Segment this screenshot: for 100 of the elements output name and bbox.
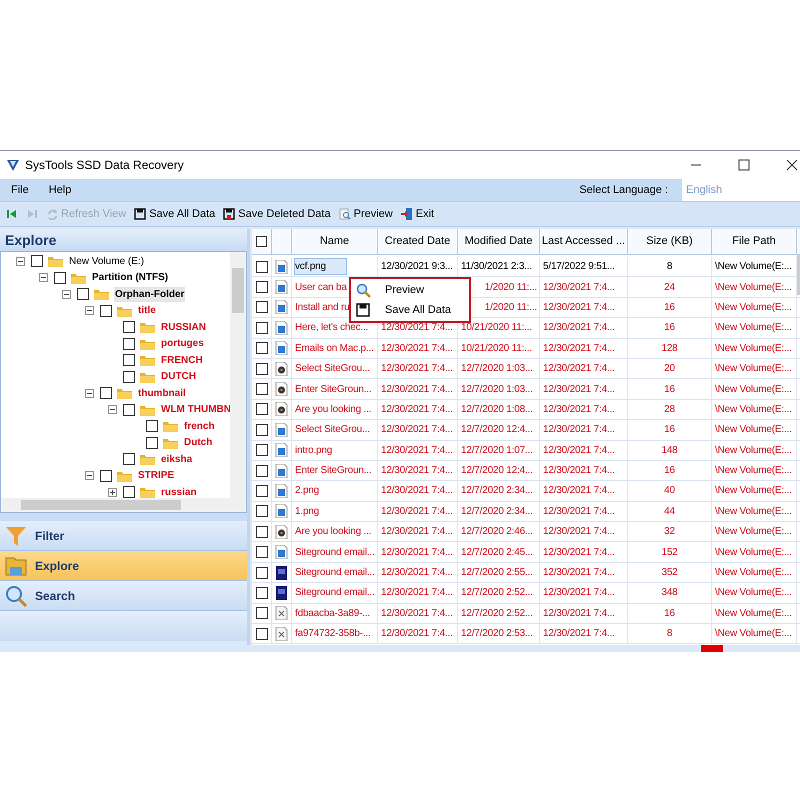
checkbox[interactable] xyxy=(256,301,268,314)
table-cell[interactable]: Enter SiteGroun... xyxy=(295,382,372,397)
table-cell[interactable]: Siteground email... xyxy=(295,585,375,600)
column-header[interactable]: Last Accessed ... xyxy=(540,229,628,254)
checkbox[interactable] xyxy=(256,546,268,558)
table-cell[interactable]: Here, let's chec... xyxy=(295,320,368,336)
checkbox[interactable] xyxy=(256,444,268,456)
collapse-icon[interactable] xyxy=(108,405,116,414)
tree-item[interactable]: Partition (NTFS) xyxy=(91,270,170,286)
table-cell[interactable]: 1.png xyxy=(295,504,320,519)
table-cell[interactable]: User can ba xyxy=(295,280,347,295)
nav-tab[interactable]: Explore xyxy=(0,551,247,581)
checkbox[interactable] xyxy=(146,436,158,449)
expand-icon[interactable] xyxy=(108,488,116,497)
tree-item[interactable]: thumbnail xyxy=(137,386,187,401)
nav-tab[interactable]: Filter xyxy=(0,521,247,551)
checkbox[interactable] xyxy=(256,484,268,497)
checkbox[interactable] xyxy=(256,362,268,375)
collapse-icon[interactable] xyxy=(84,388,94,398)
context-menu-item[interactable]: Preview xyxy=(351,280,469,300)
tree-item[interactable]: french xyxy=(183,418,216,434)
tree-item[interactable]: Orphan-Folder xyxy=(114,286,186,302)
checkbox[interactable] xyxy=(256,342,268,354)
toolbar-button[interactable]: Preview xyxy=(336,204,395,224)
table-cell[interactable]: Are you looking ... xyxy=(295,524,372,540)
context-menu-item[interactable]: Save All Data xyxy=(351,300,469,320)
menu-item[interactable]: File xyxy=(8,182,32,198)
checkbox[interactable] xyxy=(256,566,268,579)
tree-item[interactable]: russian xyxy=(160,484,198,500)
checkbox[interactable] xyxy=(256,505,268,518)
table-cell[interactable]: fdbaacba-3a89-... xyxy=(295,606,370,621)
collapse-icon[interactable] xyxy=(62,290,70,299)
checkbox[interactable] xyxy=(123,453,135,466)
table-cell[interactable]: Select SiteGrou... xyxy=(295,361,370,376)
checkbox[interactable] xyxy=(77,288,89,300)
maximize-icon[interactable] xyxy=(738,159,750,171)
tree-item[interactable]: DUTCH xyxy=(160,369,197,384)
checkbox[interactable] xyxy=(123,354,135,366)
checkbox[interactable] xyxy=(256,383,268,396)
collapse-icon[interactable] xyxy=(84,471,94,480)
tree-item[interactable]: FRENCH xyxy=(160,352,204,368)
checkbox[interactable] xyxy=(100,304,112,317)
column-header[interactable]: File Path xyxy=(712,229,797,254)
checkbox[interactable] xyxy=(256,260,268,273)
tree-item[interactable]: WLM THUMBN xyxy=(160,402,232,418)
column-header[interactable]: Created Date xyxy=(378,229,458,254)
checkbox[interactable] xyxy=(123,370,135,383)
nav-tab[interactable]: Search xyxy=(0,581,247,611)
tree-item[interactable]: eiksha xyxy=(160,452,194,467)
checkbox[interactable] xyxy=(123,404,135,416)
table-cell[interactable]: fa974732-358b-... xyxy=(295,626,371,642)
checkbox[interactable] xyxy=(256,607,268,620)
checkbox[interactable] xyxy=(256,403,268,416)
tree-item[interactable]: portuges xyxy=(160,336,205,352)
checkbox[interactable] xyxy=(256,464,268,477)
column-header[interactable]: Name xyxy=(292,229,378,254)
toolbar-button[interactable]: Exit xyxy=(398,204,436,224)
table-cell[interactable]: Siteground email... xyxy=(295,544,375,560)
vertical-scrollbar[interactable] xyxy=(230,252,246,500)
checkbox[interactable] xyxy=(256,424,268,436)
table-cell[interactable]: 2.png xyxy=(295,483,320,498)
horizontal-scrollbar[interactable] xyxy=(1,498,246,512)
table-cell[interactable]: Enter SiteGroun... xyxy=(295,463,372,478)
checkbox[interactable] xyxy=(100,387,112,400)
language-dropdown[interactable]: English xyxy=(682,179,800,201)
table-cell[interactable]: vcf.png xyxy=(295,259,346,274)
checkbox[interactable] xyxy=(256,628,268,640)
checkbox[interactable] xyxy=(123,321,135,334)
toolbar-button[interactable]: Save All Data xyxy=(132,204,218,224)
checkbox[interactable] xyxy=(31,255,43,268)
collapse-icon[interactable] xyxy=(84,306,94,316)
column-header[interactable]: Modified Date xyxy=(458,229,540,254)
table-cell[interactable]: Are you looking ... xyxy=(295,402,372,417)
table-cell[interactable]: Siteground email... xyxy=(295,565,375,580)
column-header[interactable]: Size (KB) xyxy=(628,229,712,254)
tree-item[interactable]: title xyxy=(137,303,157,318)
table-cell[interactable]: Select SiteGrou... xyxy=(295,422,370,438)
tree-item[interactable]: New Volume (E:) xyxy=(68,254,146,269)
checkbox[interactable] xyxy=(256,236,267,247)
checkbox[interactable] xyxy=(123,486,135,498)
toolbar-button[interactable]: Save Deleted Data xyxy=(221,204,333,224)
checkbox[interactable] xyxy=(256,322,268,334)
tree-item[interactable]: STRIPE xyxy=(137,468,176,484)
checkbox[interactable] xyxy=(256,281,268,294)
checkbox[interactable] xyxy=(256,586,268,599)
collapse-icon[interactable] xyxy=(38,273,48,282)
tree-item[interactable]: Dutch xyxy=(183,435,214,450)
close-icon[interactable] xyxy=(786,159,798,171)
checkbox[interactable] xyxy=(100,470,112,482)
collapse-icon[interactable] xyxy=(16,256,24,266)
checkbox[interactable] xyxy=(123,338,135,350)
table-cell[interactable]: intro.png xyxy=(295,442,332,458)
checkbox[interactable] xyxy=(54,272,66,284)
checkbox[interactable] xyxy=(146,420,158,432)
vertical-scrollbar[interactable] xyxy=(797,255,800,295)
table-cell[interactable]: Install and ru xyxy=(295,300,350,315)
table-cell[interactable]: Emails on Mac.p... xyxy=(295,340,374,356)
checkbox[interactable] xyxy=(256,526,268,538)
tree-item[interactable]: RUSSIAN xyxy=(160,320,208,335)
menu-item[interactable]: Help xyxy=(46,182,74,198)
